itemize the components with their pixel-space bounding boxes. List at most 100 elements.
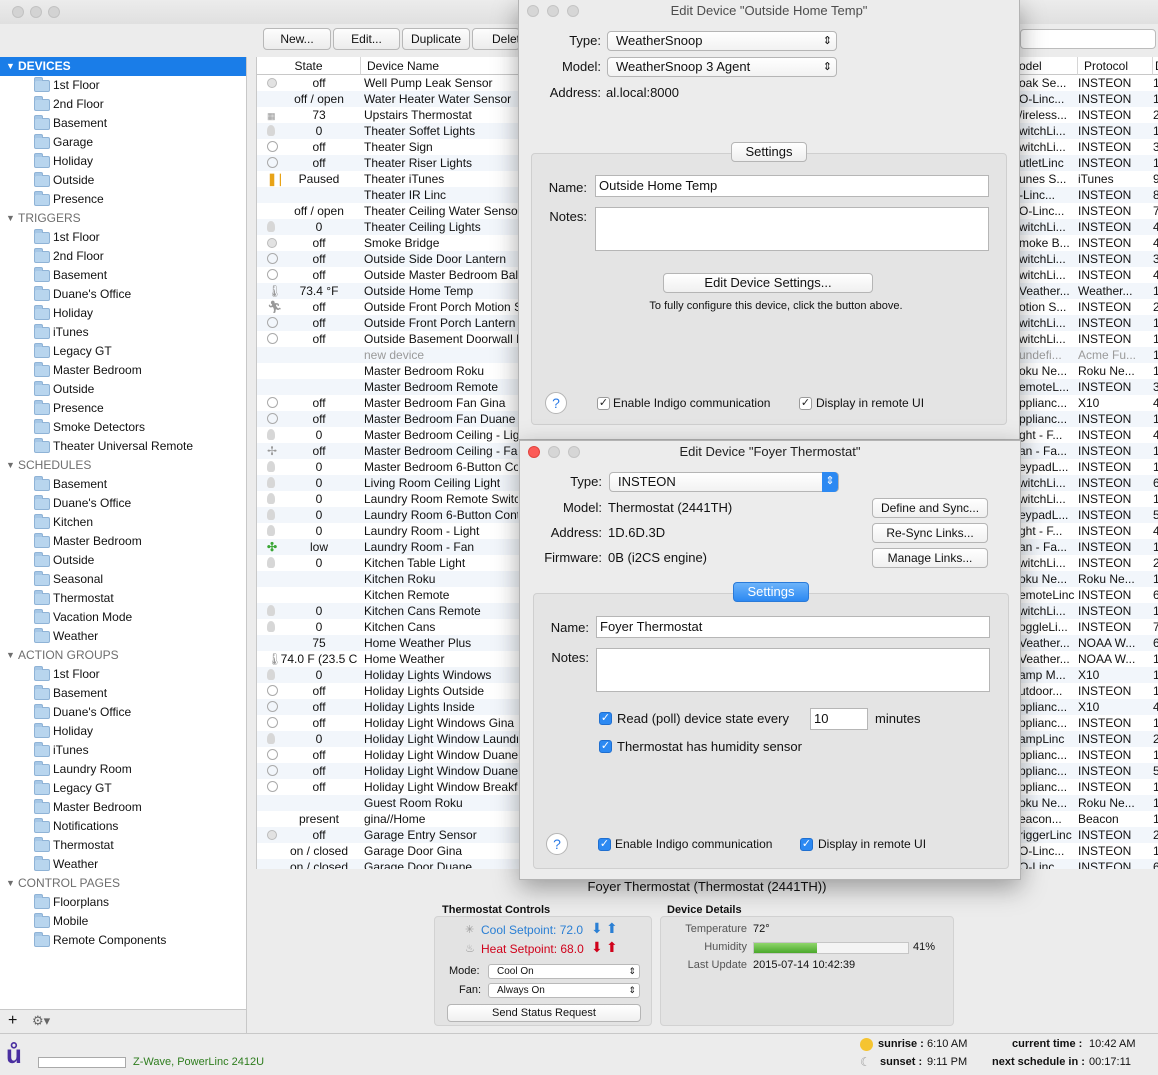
sidebar-section-header[interactable]: ▼ SCHEDULES — [0, 456, 246, 475]
sidebar-folder-item[interactable]: Legacy GT — [0, 779, 246, 798]
sidebar-folder-item[interactable]: Duane's Office — [0, 494, 246, 513]
dialog1-display-remote-checkbox[interactable]: ✓ — [799, 397, 812, 410]
sidebar-section-header[interactable]: ▼ ACTION GROUPS — [0, 646, 246, 665]
edit-button[interactable]: Edit... — [333, 28, 400, 50]
dialog1-name-field[interactable]: Outside Home Temp — [595, 175, 989, 197]
dialog2-type-popup[interactable]: INSTEON ⇕ — [609, 472, 839, 492]
sidebar-folder-item[interactable]: Smoke Detectors — [0, 418, 246, 437]
sidebar-folder-item[interactable]: Remote Components — [0, 931, 246, 950]
sidebar-folder-item[interactable]: Thermostat — [0, 589, 246, 608]
dialog1-model-popup[interactable]: WeatherSnoop 3 Agent ⇕ — [607, 57, 837, 77]
cool-up-arrow-icon[interactable]: ⬆ — [606, 920, 618, 937]
disclosure-triangle-icon[interactable]: ▼ — [6, 874, 15, 893]
disclosure-triangle-icon[interactable]: ▼ — [6, 646, 15, 665]
sidebar-folder-item[interactable]: Outside — [0, 171, 246, 190]
dialog2-display-remote-checkbox[interactable]: ✓ — [800, 838, 813, 851]
sidebar-folder-item[interactable]: Master Bedroom — [0, 798, 246, 817]
sidebar-section-header[interactable]: ▼ TRIGGERS — [0, 209, 246, 228]
row-model: pplianc... — [1019, 396, 1068, 410]
sidebar-folder-item[interactable]: Master Bedroom — [0, 532, 246, 551]
heat-up-arrow-icon[interactable]: ⬆ — [606, 939, 618, 956]
sidebar-folder-item[interactable]: 1st Floor — [0, 665, 246, 684]
cool-down-arrow-icon[interactable]: ⬇ — [591, 920, 603, 937]
sidebar-section-header[interactable]: ▼ CONTROL PAGES — [0, 874, 246, 893]
sidebar-folder-item[interactable]: Presence — [0, 399, 246, 418]
folder-icon — [34, 248, 50, 263]
dialog2-settings-tab[interactable]: Settings — [733, 582, 809, 602]
dialog2-name-field[interactable]: Foyer Thermostat — [596, 616, 990, 638]
sidebar-folder-item[interactable]: Basement — [0, 475, 246, 494]
dialog1-enable-comm-checkbox[interactable]: ✓ — [597, 397, 610, 410]
column-header-model[interactable]: odel — [1019, 57, 1078, 75]
row-protocol: INSTEON — [1078, 828, 1132, 842]
close-window-button[interactable] — [12, 6, 24, 18]
row-protocol: Roku Ne... — [1078, 572, 1135, 586]
delete-button[interactable]: Delet — [472, 28, 520, 50]
column-header-description[interactable]: De — [1153, 57, 1158, 75]
disclosure-triangle-icon[interactable]: ▼ — [6, 456, 15, 475]
sidebar-folder-item[interactable]: Presence — [0, 190, 246, 209]
sidebar-folder-item[interactable]: iTunes — [0, 323, 246, 342]
fan-select[interactable]: Always On — [488, 983, 640, 998]
disclosure-triangle-icon[interactable]: ▼ — [6, 57, 15, 76]
sidebar-folder-item[interactable]: Mobile — [0, 912, 246, 931]
dialog1-help-button[interactable]: ? — [545, 392, 567, 414]
dialog1-type-popup[interactable]: WeatherSnoop ⇕ — [607, 31, 837, 51]
manage-links-button[interactable]: Manage Links... — [872, 548, 988, 568]
gear-icon[interactable]: ⚙▾ — [32, 1013, 50, 1029]
sidebar-section-header[interactable]: ▼ DEVICES — [0, 57, 246, 76]
mode-select[interactable]: Cool On — [488, 964, 640, 979]
sidebar-folder-item[interactable]: Basement — [0, 114, 246, 133]
sidebar-folder-item[interactable]: Weather — [0, 855, 246, 874]
dialog1-notes-field[interactable] — [595, 207, 989, 251]
sidebar-folder-item[interactable]: Seasonal — [0, 570, 246, 589]
duplicate-button[interactable]: Duplicate — [402, 28, 470, 50]
sidebar-folder-item[interactable]: Theater Universal Remote — [0, 437, 246, 456]
sidebar-folder-item[interactable]: Weather — [0, 627, 246, 646]
sidebar-folder-item[interactable]: iTunes — [0, 741, 246, 760]
column-header-protocol[interactable]: Protocol — [1078, 57, 1153, 75]
poll-checkbox[interactable]: ✓ — [599, 712, 612, 725]
new-button[interactable]: New... — [263, 28, 331, 50]
sidebar-folder-item[interactable]: Outside — [0, 551, 246, 570]
sidebar-folder-item[interactable]: Holiday — [0, 304, 246, 323]
sidebar-folder-item[interactable]: Floorplans — [0, 893, 246, 912]
send-status-request-button[interactable]: Send Status Request — [447, 1004, 641, 1022]
sidebar-folder-item[interactable]: Garage — [0, 133, 246, 152]
dialog1-settings-tab[interactable]: Settings — [731, 142, 807, 162]
add-button[interactable]: + — [8, 1012, 17, 1030]
sidebar-folder-item[interactable]: Holiday — [0, 722, 246, 741]
sidebar-folder-item[interactable]: Outside — [0, 380, 246, 399]
humidity-sensor-checkbox[interactable]: ✓ — [599, 740, 612, 753]
heat-down-arrow-icon[interactable]: ⬇ — [591, 939, 603, 956]
dialog2-help-button[interactable]: ? — [546, 833, 568, 855]
sidebar-folder-item[interactable]: Duane's Office — [0, 703, 246, 722]
disclosure-triangle-icon[interactable]: ▼ — [6, 209, 15, 228]
row-description: 13 — [1153, 843, 1158, 859]
sidebar-folder-item[interactable]: Legacy GT — [0, 342, 246, 361]
column-header-state[interactable]: State — [257, 57, 361, 75]
sidebar-folder-item[interactable]: 1st Floor — [0, 76, 246, 95]
sidebar-folder-item[interactable]: Basement — [0, 684, 246, 703]
edit-device-settings-button[interactable]: Edit Device Settings... — [663, 273, 873, 293]
sidebar-folder-item[interactable]: Kitchen — [0, 513, 246, 532]
search-input[interactable] — [1020, 29, 1156, 49]
sidebar-folder-item[interactable]: Notifications — [0, 817, 246, 836]
sidebar-folder-item[interactable]: Basement — [0, 266, 246, 285]
sidebar-folder-item[interactable]: Vacation Mode — [0, 608, 246, 627]
minimize-window-button[interactable] — [30, 6, 42, 18]
dialog2-enable-comm-checkbox[interactable]: ✓ — [598, 838, 611, 851]
define-and-sync-button[interactable]: Define and Sync... — [872, 498, 988, 518]
sidebar-folder-item[interactable]: 2nd Floor — [0, 247, 246, 266]
zoom-window-button[interactable] — [48, 6, 60, 18]
sidebar-folder-item[interactable]: Master Bedroom — [0, 361, 246, 380]
sidebar-folder-item[interactable]: Laundry Room — [0, 760, 246, 779]
resync-links-button[interactable]: Re-Sync Links... — [872, 523, 988, 543]
sidebar-folder-item[interactable]: Duane's Office — [0, 285, 246, 304]
sidebar-folder-item[interactable]: 1st Floor — [0, 228, 246, 247]
poll-interval-field[interactable]: 10 — [810, 708, 868, 730]
sidebar-folder-item[interactable]: Holiday — [0, 152, 246, 171]
sidebar-folder-item[interactable]: Thermostat — [0, 836, 246, 855]
sidebar-folder-item[interactable]: 2nd Floor — [0, 95, 246, 114]
dialog2-notes-field[interactable] — [596, 648, 990, 692]
